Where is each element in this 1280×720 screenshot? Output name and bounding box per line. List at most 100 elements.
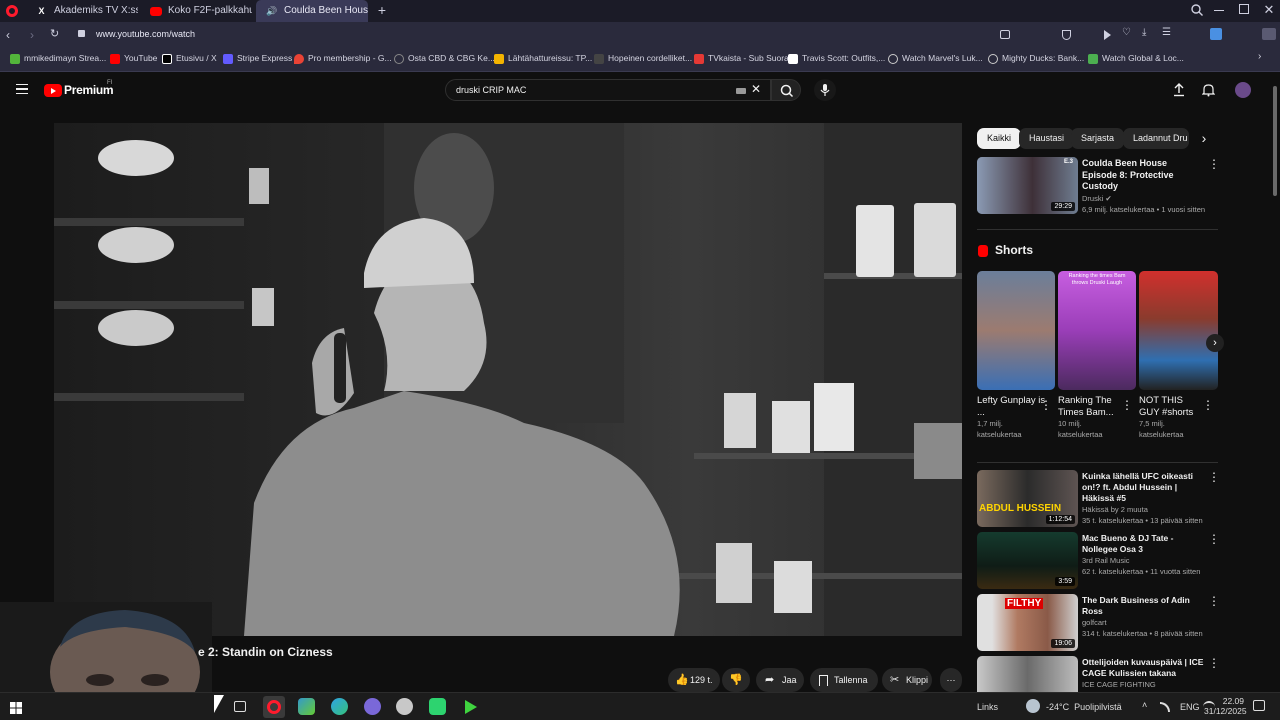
bookmark-item[interactable]: Lähtähattureissu: TP... bbox=[494, 53, 592, 64]
url-field[interactable]: www.youtube.com/watch bbox=[96, 29, 195, 39]
rec-item[interactable]: The Dark Business of Adin Ross golfcart … bbox=[1082, 595, 1204, 639]
more-vert-icon[interactable]: ⋮ bbox=[1208, 158, 1220, 170]
more-vert-icon[interactable]: ⋮ bbox=[1208, 471, 1220, 483]
bookmark-item[interactable]: Hopeinen cordelliket... bbox=[594, 53, 692, 64]
opera-taskbar-icon[interactable] bbox=[263, 696, 285, 718]
app-taskbar-icon[interactable] bbox=[298, 698, 315, 715]
tab-coulda-been-house[interactable]: 🔊 Coulda Been House E bbox=[256, 0, 368, 22]
search-input[interactable]: druski CRIP MAC bbox=[456, 85, 526, 95]
chip-haustasi[interactable]: Haustasi bbox=[1019, 128, 1075, 149]
short-thumbnail[interactable] bbox=[977, 271, 1055, 390]
page-scrollbar[interactable] bbox=[1273, 86, 1277, 196]
scissors-icon: ✂ bbox=[890, 674, 900, 686]
bookmark-item[interactable]: Stripe Express bbox=[223, 53, 292, 64]
like-button[interactable]: 👍 129 t. bbox=[668, 668, 720, 692]
more-vert-icon[interactable]: ⋮ bbox=[1208, 533, 1220, 545]
more-vert-icon[interactable]: ⋮ bbox=[1040, 399, 1052, 411]
bookmark-item[interactable]: Watch Global & Loc... bbox=[1088, 53, 1184, 64]
extension-icon[interactable] bbox=[1210, 28, 1222, 40]
shield-icon[interactable] bbox=[1062, 30, 1071, 40]
app-taskbar-icon[interactable] bbox=[396, 698, 413, 715]
chips-next-icon[interactable]: › bbox=[1196, 128, 1212, 149]
voice-search-button[interactable] bbox=[814, 79, 836, 101]
short-thumbnail[interactable] bbox=[1139, 271, 1218, 390]
save-button[interactable]: Tallenna bbox=[810, 668, 878, 692]
x-logo-icon bbox=[162, 54, 172, 64]
maximize-icon[interactable] bbox=[1239, 4, 1249, 14]
rec-thumbnail[interactable]: FILTHY 19:06 bbox=[977, 594, 1078, 651]
bookmark-item[interactable]: Watch Marvel's Luk... bbox=[888, 53, 983, 64]
search-box[interactable]: druski CRIP MAC ✕ bbox=[445, 79, 771, 101]
task-view-icon[interactable] bbox=[234, 701, 246, 712]
tab-akademiks[interactable]: X Akademiks TV X:ssä: "Ex:S bbox=[26, 0, 138, 22]
bookmark-item[interactable]: mmikedimayn Strea... bbox=[10, 53, 106, 64]
chip-kaikki[interactable]: Kaikki bbox=[977, 128, 1022, 149]
clear-search-icon[interactable]: ✕ bbox=[751, 82, 761, 96]
forward-icon[interactable]: › bbox=[30, 28, 34, 42]
bookmarks-overflow-icon[interactable]: › bbox=[1258, 51, 1261, 62]
clock[interactable]: 22.09 31/12/2025 bbox=[1204, 696, 1247, 717]
tray-chevron-icon[interactable]: ˄ bbox=[1142, 700, 1147, 710]
rec-item[interactable]: Coulda Been House Episode 8: Protective … bbox=[1082, 158, 1205, 215]
more-vert-icon[interactable]: ⋮ bbox=[1208, 657, 1220, 669]
app-taskbar-icon[interactable] bbox=[429, 698, 446, 715]
rec-item[interactable]: Mac Bueno & DJ Tate - Nollegee Osa 3 3rd… bbox=[1082, 533, 1204, 577]
dislike-button[interactable]: 👎 bbox=[722, 668, 750, 692]
bookmark-item[interactable]: Osta CBD & CBG Ke... bbox=[394, 53, 495, 64]
discord-taskbar-icon[interactable] bbox=[364, 698, 381, 715]
tab-f2f[interactable]: Koko F2F-palkkahuijaus - bbox=[140, 0, 252, 22]
notification-center-icon[interactable] bbox=[1253, 700, 1265, 711]
close-window-icon[interactable]: ✕ bbox=[1262, 1, 1276, 19]
more-vert-icon[interactable]: ⋮ bbox=[1202, 399, 1214, 411]
new-tab-button[interactable]: + bbox=[374, 2, 390, 18]
bookmark-item[interactable]: Travis Scott: Outfits,... bbox=[788, 53, 885, 64]
rec-thumbnail[interactable]: ABDUL HUSSEIN 1:12:54 bbox=[977, 470, 1078, 527]
heart-icon[interactable]: ♡ bbox=[1122, 27, 1131, 38]
shorts-next-button[interactable]: › bbox=[1206, 334, 1224, 352]
profile-icon[interactable] bbox=[1262, 28, 1276, 40]
language-indicator[interactable]: ENG bbox=[1180, 702, 1200, 712]
short-item[interactable]: Ranking The Times Bam... 10 milj. katsel… bbox=[1058, 395, 1128, 440]
upload-icon[interactable] bbox=[1173, 83, 1185, 97]
edge-taskbar-icon[interactable] bbox=[331, 698, 348, 715]
bookmark-item[interactable]: Etusivu / X bbox=[162, 53, 217, 64]
short-item[interactable]: Lefty Gunplay is ... 1,7 milj. katseluke… bbox=[977, 395, 1047, 440]
avatar[interactable] bbox=[1235, 82, 1251, 98]
rec-thumbnail[interactable]: 3:59 bbox=[977, 532, 1078, 589]
links-toolbar[interactable]: Links bbox=[977, 702, 998, 712]
notifications-bell-icon[interactable] bbox=[1201, 83, 1216, 97]
download-icon[interactable]: ⤓ bbox=[1142, 27, 1146, 38]
rec-thumbnail[interactable]: E.3 29:29 bbox=[977, 157, 1078, 214]
bookmark-item[interactable]: Pro membership - G... bbox=[294, 53, 392, 64]
more-actions-button[interactable]: ⋯ bbox=[940, 668, 962, 692]
minimize-icon[interactable] bbox=[1214, 10, 1224, 11]
back-icon[interactable]: ‹ bbox=[6, 28, 10, 42]
video-player[interactable] bbox=[54, 123, 962, 636]
rec-item[interactable]: Ottelijoiden kuvauspäivä | ICE CAGE Kuli… bbox=[1082, 657, 1204, 690]
rec-thumbnail[interactable] bbox=[977, 656, 1078, 692]
rec-item[interactable]: Kuinka lähellä UFC oikeasti on!? ft. Abd… bbox=[1082, 471, 1204, 526]
bookmark-item[interactable]: YouTube bbox=[110, 53, 157, 64]
search-button[interactable] bbox=[771, 79, 801, 101]
menu-icon[interactable]: ☰ bbox=[1162, 27, 1171, 38]
windows-start-icon[interactable] bbox=[10, 701, 22, 714]
hamburger-menu-icon[interactable] bbox=[16, 84, 28, 94]
camera-icon[interactable] bbox=[1000, 30, 1010, 39]
keyboard-icon[interactable] bbox=[736, 88, 746, 94]
short-thumbnail[interactable]: Ranking the times Bam throws Druski Laug… bbox=[1058, 271, 1136, 390]
reload-icon[interactable]: ↻ bbox=[50, 27, 59, 40]
chip-ladannut[interactable]: Ladannut Dru bbox=[1123, 128, 1189, 149]
search-tabs-icon[interactable] bbox=[1190, 3, 1204, 17]
clip-button[interactable]: ✂ Klippi bbox=[882, 668, 932, 692]
more-vert-icon[interactable]: ⋮ bbox=[1121, 399, 1133, 411]
opera-logo-icon[interactable] bbox=[6, 5, 18, 17]
share-button[interactable]: ➦ Jaa bbox=[756, 668, 804, 692]
bookmark-item[interactable]: Mighty Ducks: Bank... bbox=[988, 53, 1084, 64]
short-item[interactable]: NOT THIS GUY #shorts 7,5 milj. katseluke… bbox=[1139, 395, 1201, 440]
app-taskbar-icon[interactable] bbox=[462, 698, 479, 715]
bookmark-item[interactable]: TVkaista - Sub Suora bbox=[694, 53, 789, 64]
weather-text[interactable]: -24°C Puolipilvistä bbox=[1046, 702, 1122, 712]
play-icon[interactable] bbox=[1104, 30, 1111, 40]
more-vert-icon[interactable]: ⋮ bbox=[1208, 595, 1220, 607]
chip-sarjasta[interactable]: Sarjasta bbox=[1071, 128, 1125, 149]
